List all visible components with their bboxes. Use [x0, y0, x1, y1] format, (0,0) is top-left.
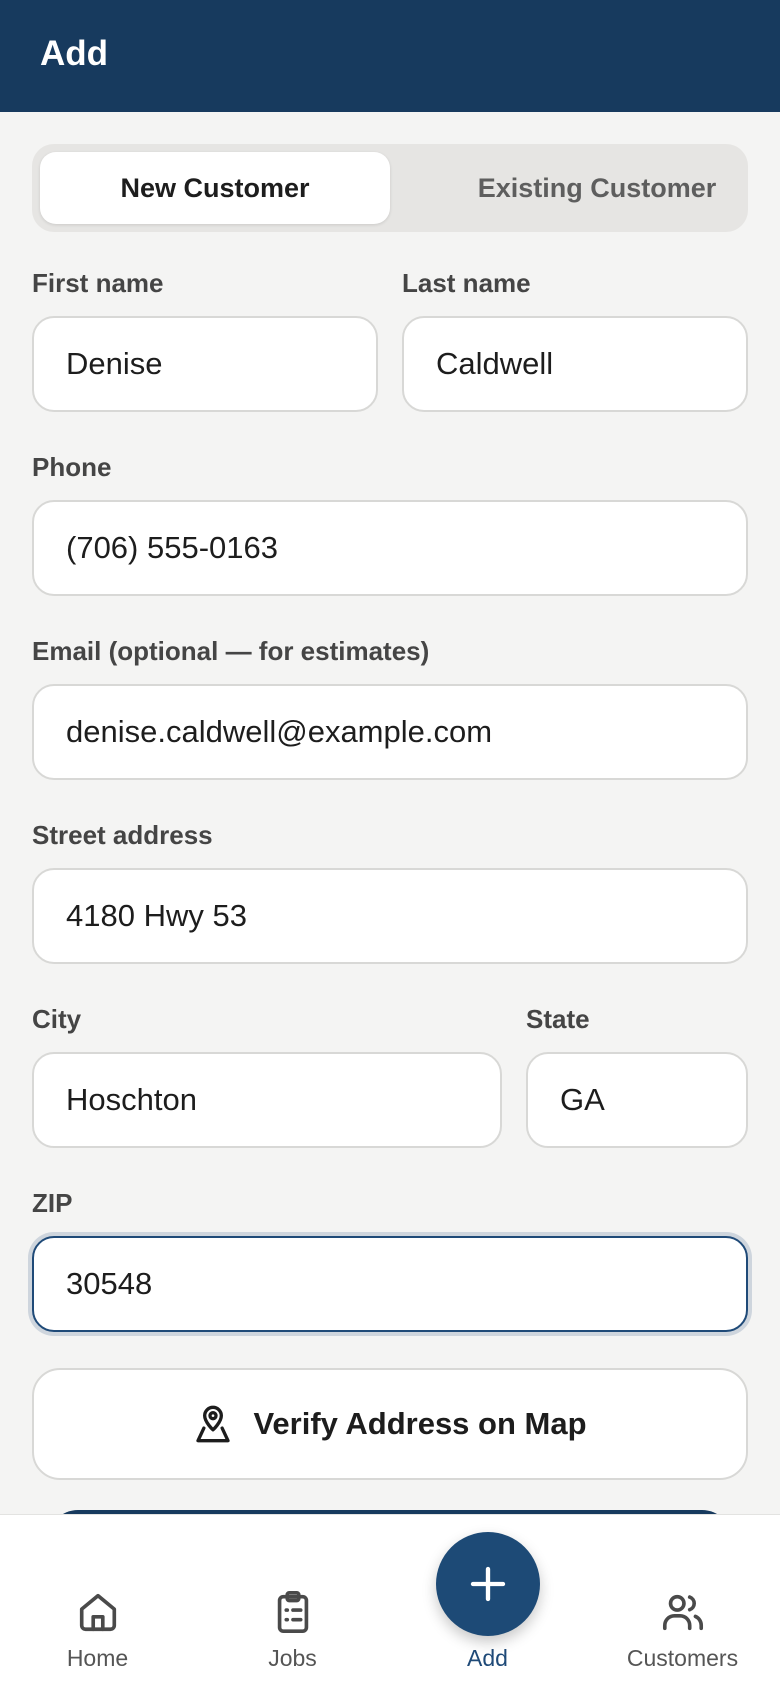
add-fab-button[interactable]	[436, 1532, 540, 1636]
city-field[interactable]: Hoschton	[32, 1052, 502, 1148]
tab-home-label: Home	[66, 1645, 129, 1671]
plus-icon	[470, 1566, 506, 1602]
zip-label: ZIP	[32, 1188, 73, 1218]
app-header: Add	[0, 0, 780, 112]
tab-home[interactable]: Home	[0, 1515, 195, 1689]
first-name-value: Denise	[66, 346, 163, 381]
email-value: denise.caldwell@example.com	[66, 714, 493, 749]
last-name-field[interactable]: Caldwell	[402, 316, 748, 412]
tab-jobs-label: Jobs	[268, 1645, 317, 1671]
city-label: City	[32, 1004, 82, 1034]
phone-field[interactable]: (706) 555-0163	[32, 500, 748, 596]
street-address-label: Street address	[32, 820, 213, 850]
last-name-label: Last name	[402, 268, 531, 298]
street-address-field[interactable]: 4180 Hwy 53	[32, 868, 748, 964]
last-name-value: Caldwell	[436, 346, 554, 381]
state-value: GA	[560, 1082, 605, 1117]
email-label: Email (optional — for estimates)	[32, 636, 430, 666]
zip-value: 30548	[66, 1266, 153, 1301]
existing-customer-tab[interactable]: Existing Customer	[422, 152, 772, 224]
tab-jobs[interactable]: Jobs	[195, 1515, 390, 1689]
first-name-field[interactable]: Denise	[32, 316, 378, 412]
state-label: State	[526, 1004, 590, 1034]
new-customer-tab[interactable]: New Customer	[40, 152, 390, 224]
clipboard-icon	[277, 1591, 308, 1633]
users-icon	[662, 1594, 703, 1631]
city-value: Hoschton	[66, 1082, 197, 1117]
bottom-tab-bar: Home Jobs Add Customers	[0, 1514, 780, 1689]
home-icon	[79, 1593, 116, 1632]
zip-field[interactable]: 30548	[32, 1236, 748, 1332]
tab-customers-label: Customers	[626, 1645, 739, 1671]
phone-value: (706) 555-0163	[66, 530, 278, 565]
map-pin-icon	[196, 1405, 231, 1443]
customer-type-toggle: New Customer Existing Customer	[32, 144, 748, 232]
street-address-value: 4180 Hwy 53	[66, 898, 247, 933]
page-title: Add	[40, 34, 109, 73]
email-field[interactable]: denise.caldwell@example.com	[32, 684, 748, 780]
state-field[interactable]: GA	[526, 1052, 748, 1148]
verify-address-label: Verify Address on Map	[253, 1406, 587, 1441]
verify-address-button[interactable]: Verify Address on Map	[32, 1368, 748, 1480]
phone-label: Phone	[32, 452, 112, 482]
tab-add-label: Add	[467, 1645, 508, 1671]
first-name-label: First name	[32, 268, 164, 298]
tab-customers[interactable]: Customers	[585, 1515, 780, 1689]
